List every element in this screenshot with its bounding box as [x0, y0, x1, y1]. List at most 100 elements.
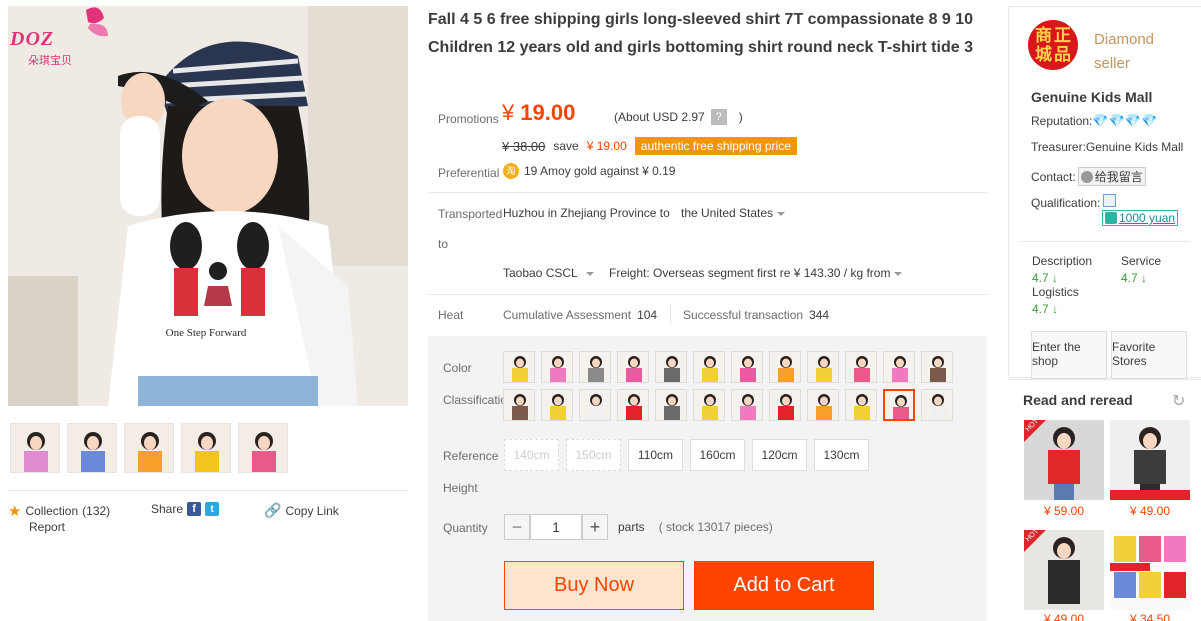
- enter-shop-button[interactable]: Enter the shop: [1031, 331, 1107, 379]
- divider: [670, 305, 671, 323]
- buy-now-button[interactable]: Buy Now: [504, 561, 684, 610]
- thumbnail[interactable]: [124, 423, 174, 473]
- swatch-image: [846, 390, 876, 420]
- recommend-item-image[interactable]: [1024, 420, 1104, 500]
- color-swatch[interactable]: [883, 351, 915, 383]
- add-to-cart-button[interactable]: Add to Cart: [694, 561, 874, 610]
- recommend-item-price: ¥ 49.00: [1043, 612, 1085, 621]
- color-swatch[interactable]: [541, 351, 573, 383]
- color-swatch[interactable]: [693, 351, 725, 383]
- twitter-icon[interactable]: t: [205, 502, 220, 516]
- color-swatch[interactable]: [807, 389, 839, 421]
- thumbnail[interactable]: [10, 423, 60, 473]
- thumbnail[interactable]: [181, 423, 231, 473]
- recommend-item-price: ¥ 59.00: [1043, 504, 1085, 518]
- chevron-down-icon: [585, 271, 594, 276]
- facebook-icon[interactable]: f: [187, 502, 202, 516]
- report-link[interactable]: Report: [29, 520, 65, 534]
- divider: [428, 294, 987, 295]
- favorite-store-button[interactable]: Favorite Stores: [1111, 331, 1187, 379]
- color-swatch[interactable]: [617, 351, 649, 383]
- description-value: 4.7: [1032, 271, 1049, 285]
- collection-link[interactable]: ★ Collection (132): [8, 502, 110, 520]
- shop-name[interactable]: Genuine Kids Mall: [1031, 89, 1152, 105]
- swatch-image: [542, 352, 572, 382]
- color-swatch[interactable]: [731, 351, 763, 383]
- color-swatch[interactable]: [845, 351, 877, 383]
- color-swatch[interactable]: [655, 351, 687, 383]
- swatch-image: [618, 352, 648, 382]
- color-swatch[interactable]: [693, 389, 725, 421]
- chevron-down-icon: [894, 271, 903, 276]
- color-swatch[interactable]: [731, 389, 763, 421]
- size-option[interactable]: 160cm: [690, 439, 745, 471]
- color-swatch[interactable]: [883, 389, 915, 421]
- message-button[interactable]: 给我留言: [1077, 167, 1146, 186]
- id-card-icon[interactable]: [1103, 194, 1116, 207]
- destination-value: the United States: [681, 206, 774, 220]
- usd-price: (About USD 2.97 ? ): [614, 109, 743, 125]
- color-swatch[interactable]: [807, 351, 839, 383]
- color-swatch[interactable]: [503, 351, 535, 383]
- description-label: Description: [1032, 254, 1093, 268]
- usd-price-text: (About USD 2.97: [614, 110, 705, 124]
- color-swatch[interactable]: [921, 351, 953, 383]
- thumbnail-image: [11, 424, 59, 472]
- color-swatch[interactable]: [921, 389, 953, 421]
- swatch-image: [884, 352, 914, 382]
- destination-select[interactable]: the United States: [681, 206, 786, 220]
- quantity-increase-button[interactable]: +: [582, 514, 608, 540]
- shop-logo-char: 品: [1054, 44, 1071, 64]
- color-swatch[interactable]: [769, 389, 801, 421]
- color-swatch[interactable]: [503, 389, 535, 421]
- size-option[interactable]: 120cm: [752, 439, 807, 471]
- recommend-item-image[interactable]: [1110, 420, 1190, 500]
- recommend-item-image[interactable]: [1110, 530, 1190, 610]
- seller-badge: Diamond seller: [1094, 31, 1155, 72]
- successful-value: 344: [809, 308, 830, 322]
- help-icon[interactable]: ?: [710, 109, 727, 125]
- swatch-image: [770, 390, 800, 420]
- shop-logo-char: 正: [1054, 25, 1071, 45]
- deposit-badge[interactable]: 1000 yuan: [1102, 210, 1179, 226]
- size-option[interactable]: 110cm: [628, 439, 683, 471]
- thumbnail[interactable]: [67, 423, 117, 473]
- color-swatch[interactable]: [845, 389, 877, 421]
- color-swatch[interactable]: [617, 389, 649, 421]
- copy-link[interactable]: 🔗 Copy Link: [264, 502, 339, 519]
- swatch-image: [885, 391, 913, 419]
- reputation-row: Reputation: 💎💎💎💎: [1031, 113, 1157, 129]
- deposit-amount: 1000 yuan: [1119, 211, 1176, 225]
- cumulative-assessment[interactable]: Cumulative Assessment 104: [503, 308, 657, 322]
- quantity-input[interactable]: 1: [530, 514, 582, 540]
- successful-label: Successful transaction: [683, 308, 804, 322]
- quantity-decrease-button[interactable]: −: [504, 514, 530, 540]
- carrier-select[interactable]: Taobao CSCL: [503, 266, 594, 280]
- recommend-item-image[interactable]: [1024, 530, 1104, 610]
- collection-label: Collection: [25, 504, 79, 518]
- shirt-print-text: One Step Forward: [166, 327, 247, 339]
- color-swatch[interactable]: [579, 351, 611, 383]
- freight-select[interactable]: Freight: Overseas segment first re ¥ 143…: [609, 266, 903, 280]
- treasurer-value: Genuine Kids Mall: [1085, 140, 1184, 154]
- color-swatch[interactable]: [579, 389, 611, 421]
- promotions-label: Promotions: [438, 112, 499, 126]
- qualification-label: Qualification:: [1031, 196, 1101, 210]
- color-swatch[interactable]: [769, 351, 801, 383]
- brand-subtitle: 朵琪宝贝: [28, 55, 72, 67]
- shop-logo[interactable]: 商 正 城 品: [1028, 20, 1078, 70]
- size-option[interactable]: 130cm: [814, 439, 869, 471]
- recommend-title: Read and reread: [1023, 392, 1133, 408]
- swatch-image: [504, 390, 534, 420]
- contact-row: Contact: 给我留言: [1031, 167, 1146, 186]
- usd-price-close: ): [738, 110, 743, 124]
- color-swatch[interactable]: [541, 389, 573, 421]
- recommend-photo: [1024, 420, 1104, 500]
- thumbnail[interactable]: [238, 423, 288, 473]
- quantity-stepper: − 1 + parts ( stock 13017 pieces): [504, 514, 773, 540]
- size-options: 140cm 150cm 110cm 160cm 120cm 130cm: [504, 439, 869, 471]
- refresh-icon[interactable]: ↻: [1172, 391, 1185, 411]
- color-swatch[interactable]: [655, 389, 687, 421]
- successful-transactions: Successful transaction 344: [683, 308, 829, 322]
- color-label: Color: [443, 361, 472, 375]
